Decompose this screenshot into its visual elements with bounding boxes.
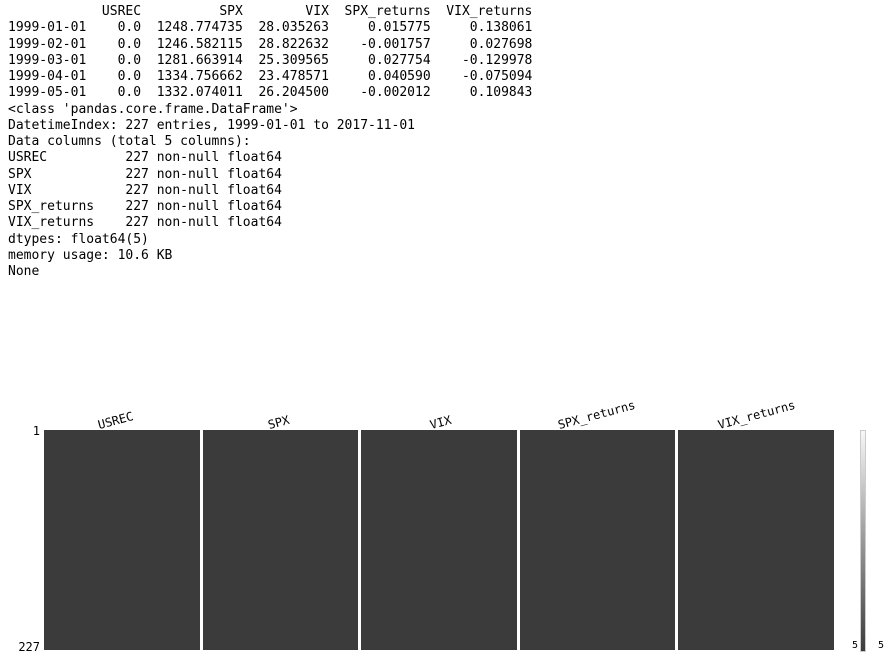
- out-line: VIX 227 non-null float64: [8, 183, 282, 198]
- out-line: 1999-03-01 0.0 1281.663914 25.309565 0.0…: [8, 53, 532, 68]
- text-output: USREC SPX VIX SPX_returns VIX_returns 19…: [0, 0, 890, 280]
- out-line: <class 'pandas.core.frame.DataFrame'>: [8, 102, 298, 117]
- out-line: USREC SPX VIX SPX_returns VIX_returns: [8, 4, 532, 19]
- col-label: USREC: [96, 409, 135, 432]
- y-tick-top: 1: [0, 424, 40, 438]
- missingno-matrix-chart: USREC SPX VIX SPX_returns VIX_returns 1 …: [0, 382, 890, 666]
- out-line: DatetimeIndex: 227 entries, 1999-01-01 t…: [8, 118, 415, 133]
- out-line: 1999-01-01 0.0 1248.774735 28.035263 0.0…: [8, 20, 532, 35]
- out-line: dtypes: float64(5): [8, 232, 149, 247]
- out-line: SPX 227 non-null float64: [8, 167, 282, 182]
- out-line: 1999-04-01 0.0 1334.756662 23.478571 0.0…: [8, 69, 532, 84]
- matrix-plot: [44, 430, 834, 650]
- out-line: None: [8, 264, 39, 279]
- matrix-col: [678, 430, 834, 650]
- matrix-col: [44, 430, 200, 650]
- out-line: USREC 227 non-null float64: [8, 150, 282, 165]
- out-line: Data columns (total 5 columns):: [8, 134, 251, 149]
- col-label: VIX_returns: [716, 398, 796, 432]
- out-line: memory usage: 10.6 KB: [8, 248, 172, 263]
- matrix-col: [520, 430, 676, 650]
- matrix-col: [361, 430, 517, 650]
- out-line: 1999-02-01 0.0 1246.582115 28.822632 -0.…: [8, 37, 532, 52]
- completeness-bar: [860, 430, 866, 652]
- out-line: 1999-05-01 0.0 1332.074011 26.204500 -0.…: [8, 85, 532, 100]
- out-line: VIX_returns 227 non-null float64: [8, 215, 282, 230]
- cbar-tick: 5: [878, 640, 884, 651]
- col-label: SPX_returns: [556, 398, 636, 432]
- cbar-tick: 5: [852, 640, 858, 651]
- matrix-col: [203, 430, 359, 650]
- out-line: SPX_returns 227 non-null float64: [8, 199, 282, 214]
- y-tick-bottom: 227: [0, 640, 40, 654]
